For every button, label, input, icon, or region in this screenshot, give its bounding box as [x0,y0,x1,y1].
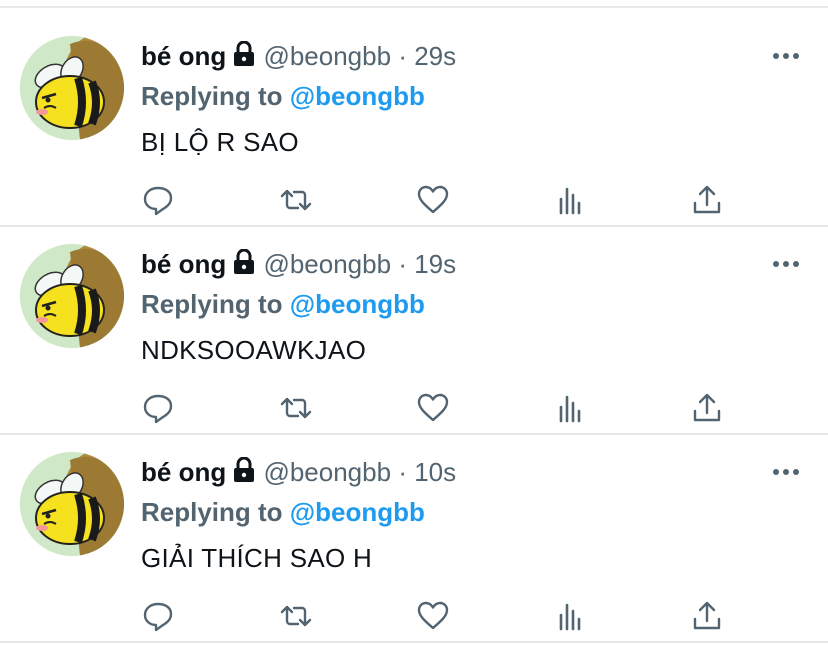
display-name[interactable]: bé ong [141,457,226,487]
user-handle[interactable]: @beongbb [263,249,391,279]
tweet-3[interactable]: bé ong @beongbb · 10s Replying to @beong… [0,424,828,632]
action-bar [0,596,828,636]
share-icon[interactable] [687,596,727,636]
lock-icon [232,40,256,74]
share-icon[interactable] [687,180,727,220]
replying-to: Replying to @beongbb [141,496,425,528]
tweet-header: bé ong @beongbb · 29s [141,40,456,74]
tweet-text: BỊ LỘ R SAO [141,127,299,157]
tweet-text: GIẢI THÍCH SAO H [141,543,373,573]
bee-avatar-image [20,452,124,556]
tweet-header: bé ong @beongbb · 19s [141,248,456,282]
tweet-1[interactable]: bé ong @beongbb · 29s Replying to @beong… [0,8,828,216]
timestamp[interactable]: 19s [414,249,456,279]
more-icon[interactable] [772,462,800,482]
separator-dot: · [398,249,407,279]
replying-to: Replying to @beongbb [141,288,425,320]
avatar[interactable] [20,36,124,140]
heart-icon[interactable] [413,388,453,428]
retweet-icon[interactable] [276,180,316,220]
more-icon[interactable] [772,46,800,66]
bee-avatar-image [20,36,124,140]
display-name[interactable]: bé ong [141,249,226,279]
reply-icon[interactable] [138,596,178,636]
lock-icon [232,456,256,490]
reply-icon[interactable] [138,180,178,220]
heart-icon[interactable] [413,596,453,636]
display-name[interactable]: bé ong [141,41,226,71]
share-icon[interactable] [687,388,727,428]
bee-avatar-image [20,244,124,348]
separator-dot: · [398,457,407,487]
action-bar [0,180,828,220]
heart-icon[interactable] [413,180,453,220]
replying-mention[interactable]: @beongbb [290,81,425,111]
replying-prefix: Replying to [141,497,283,527]
tweet-2[interactable]: bé ong @beongbb · 19s Replying to @beong… [0,216,828,424]
replying-mention[interactable]: @beongbb [290,289,425,319]
replying-mention[interactable]: @beongbb [290,497,425,527]
user-handle[interactable]: @beongbb [263,457,391,487]
avatar[interactable] [20,244,124,348]
retweet-icon[interactable] [276,388,316,428]
tweet-text: NDKSOOAWKJAO [141,335,367,365]
reply-icon[interactable] [138,388,178,428]
timestamp[interactable]: 29s [414,41,456,71]
replying-prefix: Replying to [141,81,283,111]
avatar[interactable] [20,452,124,556]
more-icon[interactable] [772,254,800,274]
retweet-icon[interactable] [276,596,316,636]
replying-prefix: Replying to [141,289,283,319]
analytics-icon[interactable] [551,180,591,220]
analytics-icon[interactable] [551,596,591,636]
lock-icon [232,248,256,282]
tweet-header: bé ong @beongbb · 10s [141,456,456,490]
replying-to: Replying to @beongbb [141,80,425,112]
separator-dot: · [398,41,407,71]
timestamp[interactable]: 10s [414,457,456,487]
divider [0,641,828,643]
analytics-icon[interactable] [551,388,591,428]
action-bar [0,388,828,428]
user-handle[interactable]: @beongbb [263,41,391,71]
